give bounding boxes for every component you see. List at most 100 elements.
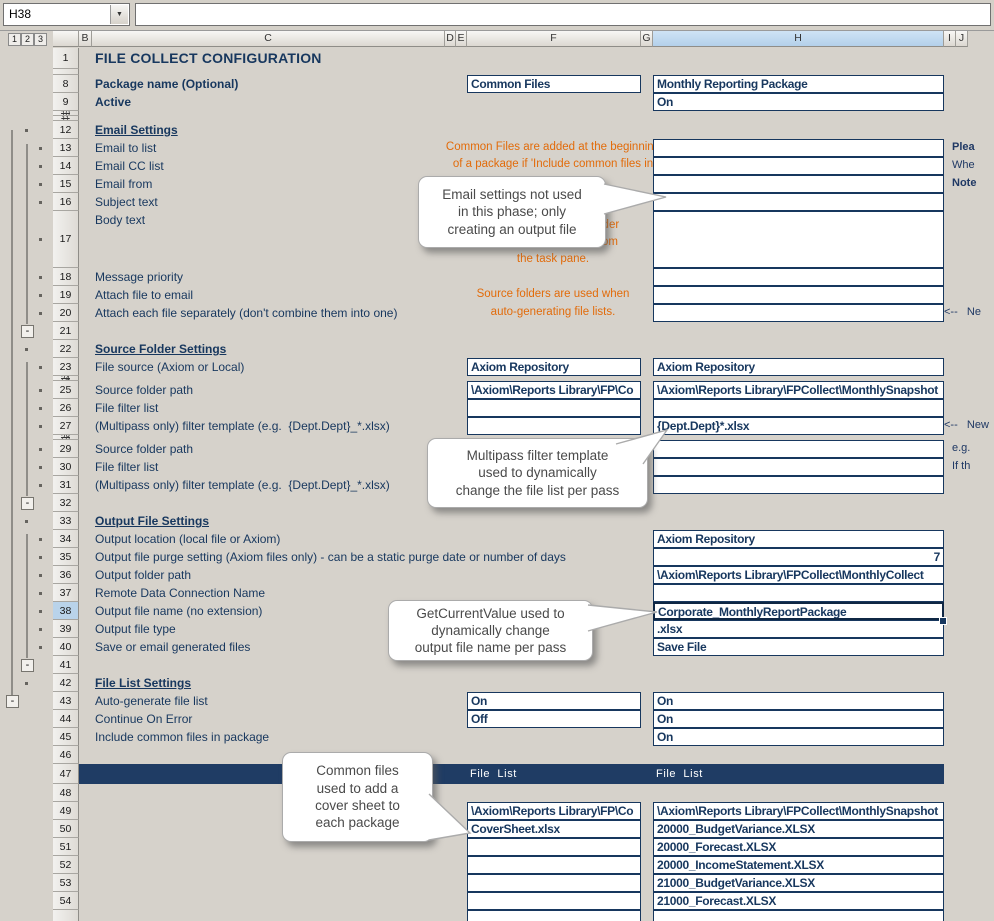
row-header-47[interactable]: 47 — [53, 764, 79, 784]
cell-H53[interactable]: 21000_BudgetVariance.XLSX — [653, 874, 944, 892]
cell-H25[interactable]: \Axiom\Reports Library\FPCollect\Monthly… — [653, 381, 944, 399]
row-header-20[interactable]: 20 — [53, 304, 79, 322]
row-header-41[interactable]: 41 — [53, 656, 79, 674]
cell-H20[interactable] — [653, 304, 944, 322]
cell-F54[interactable] — [467, 892, 641, 910]
cell-H50[interactable]: 20000_BudgetVariance.XLSX — [653, 820, 944, 838]
outline-level-button-1[interactable]: 1 — [8, 33, 21, 46]
cell-F26[interactable] — [467, 399, 641, 417]
cell-F25[interactable]: \Axiom\Reports Library\FP\Co — [467, 381, 641, 399]
row-header-26[interactable]: 26 — [53, 399, 79, 417]
row-header-46[interactable]: 46 — [53, 746, 79, 764]
row-header-48[interactable]: 48 — [53, 784, 79, 802]
row-header-54[interactable]: 54 — [53, 892, 79, 910]
column-header-B[interactable]: B — [79, 31, 92, 47]
cell-F52[interactable] — [467, 856, 641, 874]
column-header-G[interactable]: G — [641, 31, 653, 47]
cell-H19[interactable] — [653, 286, 944, 304]
row-header-49[interactable]: 49 — [53, 802, 79, 820]
cell-F23[interactable]: Axiom Repository — [467, 358, 641, 376]
row-header-18[interactable]: 18 — [53, 268, 79, 286]
cell-F50[interactable]: CoverSheet.xlsx — [467, 820, 641, 838]
outline-collapse-button-1[interactable]: - — [21, 497, 34, 510]
cell-H17[interactable] — [653, 211, 944, 268]
cell-H8[interactable]: Monthly Reporting Package — [653, 75, 944, 93]
row-header-50[interactable]: 50 — [53, 820, 79, 838]
cell-F27[interactable] — [467, 417, 641, 435]
row-header-51[interactable]: 51 — [53, 838, 79, 856]
cell-H15[interactable] — [653, 175, 944, 193]
cell-H34[interactable]: Axiom Repository — [653, 530, 944, 548]
cell-H35[interactable]: 7 — [653, 548, 944, 566]
column-header-H[interactable]: H — [653, 31, 944, 47]
outline-level-button-2[interactable]: 2 — [21, 33, 34, 46]
column-header-E[interactable]: E — [456, 31, 467, 47]
cell-H18[interactable] — [653, 268, 944, 286]
chevron-down-icon[interactable]: ▼ — [110, 5, 128, 24]
row-header-43[interactable]: 43 — [53, 692, 79, 710]
cell-H38[interactable]: Corporate_MonthlyReportPackage — [653, 602, 944, 620]
cell-H52[interactable]: 20000_IncomeStatement.XLSX — [653, 856, 944, 874]
cell-Hx[interactable] — [653, 910, 944, 921]
cell-F44[interactable]: Off — [467, 710, 641, 728]
row-header-44[interactable]: 44 — [53, 710, 79, 728]
row-header-33[interactable]: 33 — [53, 512, 79, 530]
cell-H36[interactable]: \Axiom\Reports Library\FPCollect\Monthly… — [653, 566, 944, 584]
row-header-27[interactable]: 27 — [53, 417, 79, 435]
row-header-16[interactable]: 16 — [53, 193, 79, 211]
row-header-52[interactable]: 52 — [53, 856, 79, 874]
row-header-22[interactable]: 22 — [53, 340, 79, 358]
row-header-36[interactable]: 36 — [53, 566, 79, 584]
column-header-F[interactable]: F — [467, 31, 641, 47]
row-header-42[interactable]: 42 — [53, 674, 79, 692]
row-header-29[interactable]: 29 — [53, 440, 79, 458]
column-header-I[interactable]: I — [944, 31, 956, 47]
row-header-34[interactable]: 34 — [53, 530, 79, 548]
cell-H54[interactable]: 21000_Forecast.XLSX — [653, 892, 944, 910]
row-header-17[interactable]: 17 — [53, 211, 79, 268]
row-header-21[interactable]: 21 — [53, 322, 79, 340]
selection-fill-handle[interactable] — [939, 617, 947, 625]
cell-H37[interactable] — [653, 584, 944, 602]
row-header-39[interactable]: 39 — [53, 620, 79, 638]
cell-H29[interactable] — [653, 440, 944, 458]
cell-H9[interactable]: On — [653, 93, 944, 111]
outline-level-button-3[interactable]: 3 — [34, 33, 47, 46]
cell-H13[interactable] — [653, 139, 944, 157]
cell-H39[interactable]: .xlsx — [653, 620, 944, 638]
cell-Fx[interactable] — [467, 910, 641, 921]
row-header-9[interactable]: 9 — [53, 93, 79, 111]
row-header-8[interactable]: 8 — [53, 75, 79, 93]
row-header-35[interactable]: 35 — [53, 548, 79, 566]
cell-F53[interactable] — [467, 874, 641, 892]
row-header-40[interactable]: 40 — [53, 638, 79, 656]
cell-H14[interactable] — [653, 157, 944, 175]
cell-H30[interactable] — [653, 458, 944, 476]
row-header-1[interactable]: 1 — [53, 48, 79, 69]
row-header-13[interactable]: 13 — [53, 139, 79, 157]
cell-H49[interactable]: \Axiom\Reports Library\FPCollect\Monthly… — [653, 802, 944, 820]
cell-H23[interactable]: Axiom Repository — [653, 358, 944, 376]
cell-F8[interactable]: Common Files — [467, 75, 641, 93]
row-header-23[interactable]: 23 — [53, 358, 79, 376]
outline-collapse-button-0[interactable]: - — [21, 325, 34, 338]
column-header-C[interactable]: C — [92, 31, 445, 47]
cell-H44[interactable]: On — [653, 710, 944, 728]
cell-H51[interactable]: 20000_Forecast.XLSX — [653, 838, 944, 856]
row-header-53[interactable]: 53 — [53, 874, 79, 892]
cell-H27[interactable]: {Dept.Dept}*.xlsx — [653, 417, 944, 435]
row-header-31[interactable]: 31 — [53, 476, 79, 494]
row-header-38[interactable]: 38 — [53, 602, 79, 620]
formula-input[interactable]: =getcurrentvalue()&"_MonthlyReportPackag… — [135, 3, 991, 26]
cell-H16[interactable] — [653, 193, 944, 211]
name-box[interactable]: H38 ▼ — [3, 3, 130, 26]
column-header-D[interactable]: D — [445, 31, 456, 47]
row-header-19[interactable]: 19 — [53, 286, 79, 304]
row-header-blank[interactable] — [53, 910, 79, 921]
cell-H31[interactable] — [653, 476, 944, 494]
row-header-32[interactable]: 32 — [53, 494, 79, 512]
row-header-37[interactable]: 37 — [53, 584, 79, 602]
cell-H26[interactable] — [653, 399, 944, 417]
cell-F49[interactable]: \Axiom\Reports Library\FP\Co — [467, 802, 641, 820]
row-header-30[interactable]: 30 — [53, 458, 79, 476]
